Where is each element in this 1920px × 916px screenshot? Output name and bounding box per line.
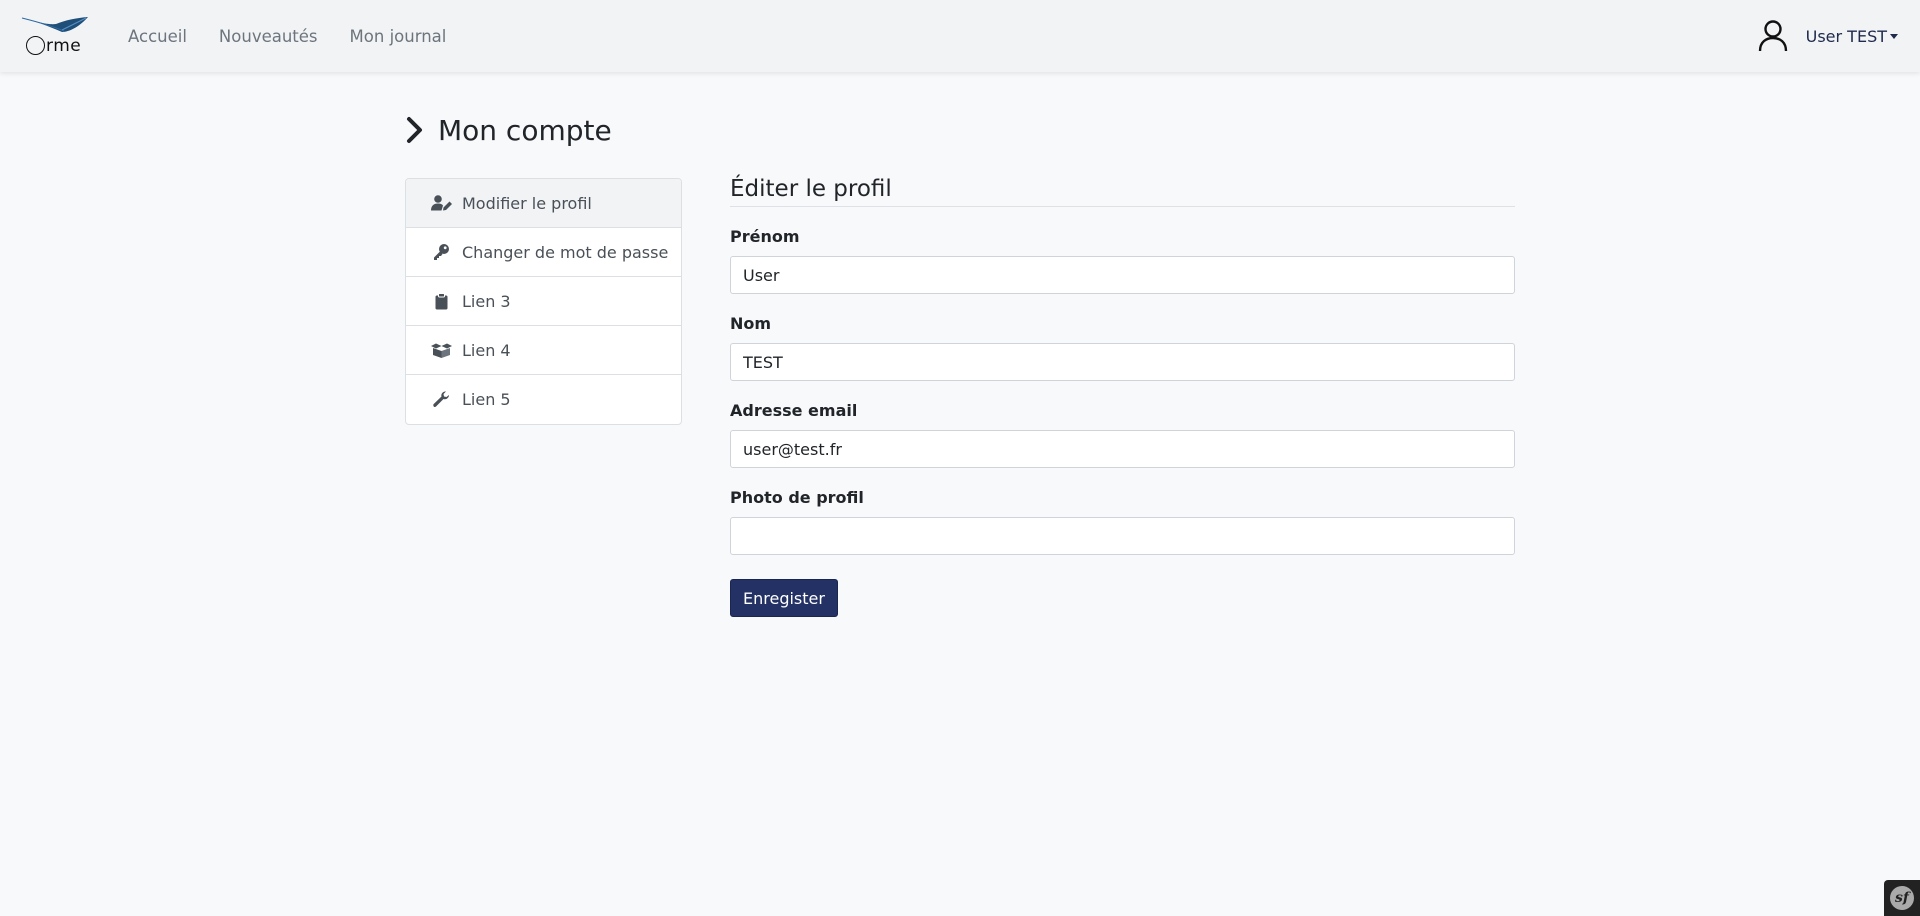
debug-toolbar-toggle[interactable]: sf xyxy=(1884,880,1920,916)
last-name-input[interactable] xyxy=(730,343,1515,381)
sidebar-item-label: Lien 3 xyxy=(462,291,511,311)
sidebar-item-lien-5[interactable]: Lien 5 xyxy=(406,375,681,424)
page-title: Mon compte xyxy=(438,113,612,147)
save-button[interactable]: Enregister xyxy=(730,579,838,617)
form-title: Éditer le profil xyxy=(730,176,1515,207)
field-nom: Nom xyxy=(730,314,1515,381)
sidebar-item-lien-3[interactable]: Lien 3 xyxy=(406,277,681,326)
field-label: Nom xyxy=(730,314,772,333)
wrench-icon xyxy=(430,391,452,409)
field-label: Prénom xyxy=(730,227,800,246)
user-menu[interactable]: User TEST xyxy=(1758,0,1898,72)
sidebar-item-label: Lien 5 xyxy=(462,390,511,409)
caret-down-icon xyxy=(1890,33,1898,39)
symfony-logo-icon: sf xyxy=(1890,886,1914,910)
user-icon xyxy=(1758,20,1787,52)
user-edit-icon xyxy=(430,194,452,212)
sidebar-item-modifier-profil[interactable]: Modifier le profil xyxy=(406,179,681,228)
clipboard-icon xyxy=(430,292,452,310)
brand-o-circle xyxy=(26,36,45,55)
field-prenom: Prénom xyxy=(730,227,1515,294)
field-email: Adresse email xyxy=(730,401,1515,468)
field-photo: Photo de profil xyxy=(730,488,1515,555)
top-navbar: rme Accueil Nouveautés Mon journal User … xyxy=(0,0,1920,72)
brand-wordmark: rme xyxy=(26,36,81,56)
sidebar-item-changer-mot-de-passe[interactable]: Changer de mot de passe xyxy=(406,228,681,277)
sidebar-item-label: Changer de mot de passe xyxy=(462,242,669,262)
nav-link-accueil[interactable]: Accueil xyxy=(128,27,187,46)
sidebar-item-label: Modifier le profil xyxy=(462,193,592,213)
key-icon xyxy=(430,243,452,261)
first-name-input[interactable] xyxy=(730,256,1515,294)
page-heading: Mon compte xyxy=(405,110,612,150)
email-input[interactable] xyxy=(730,430,1515,468)
edit-profile-form: Éditer le profil Prénom Nom Adresse emai… xyxy=(730,176,1515,617)
boxes-icon xyxy=(430,341,452,359)
nav-link-nouveautes[interactable]: Nouveautés xyxy=(219,27,318,46)
sidebar-item-lien-4[interactable]: Lien 4 xyxy=(406,326,681,375)
nav-link-mon-journal[interactable]: Mon journal xyxy=(350,27,447,46)
feather-logo-icon xyxy=(20,17,88,32)
main-nav: Accueil Nouveautés Mon journal xyxy=(128,0,478,72)
chevron-right-icon xyxy=(407,117,422,143)
brand-logo[interactable]: rme xyxy=(18,12,92,60)
sidebar-item-label: Lien 4 xyxy=(462,340,511,360)
profile-photo-input[interactable] xyxy=(730,517,1515,555)
user-name: User TEST xyxy=(1805,26,1887,46)
account-sidebar: Modifier le profil Changer de mot de pas… xyxy=(405,178,682,425)
user-menu-toggle[interactable]: User TEST xyxy=(1806,27,1898,46)
brand-name: rme xyxy=(46,36,82,56)
field-label: Photo de profil xyxy=(730,488,864,507)
field-label: Adresse email xyxy=(730,401,858,420)
